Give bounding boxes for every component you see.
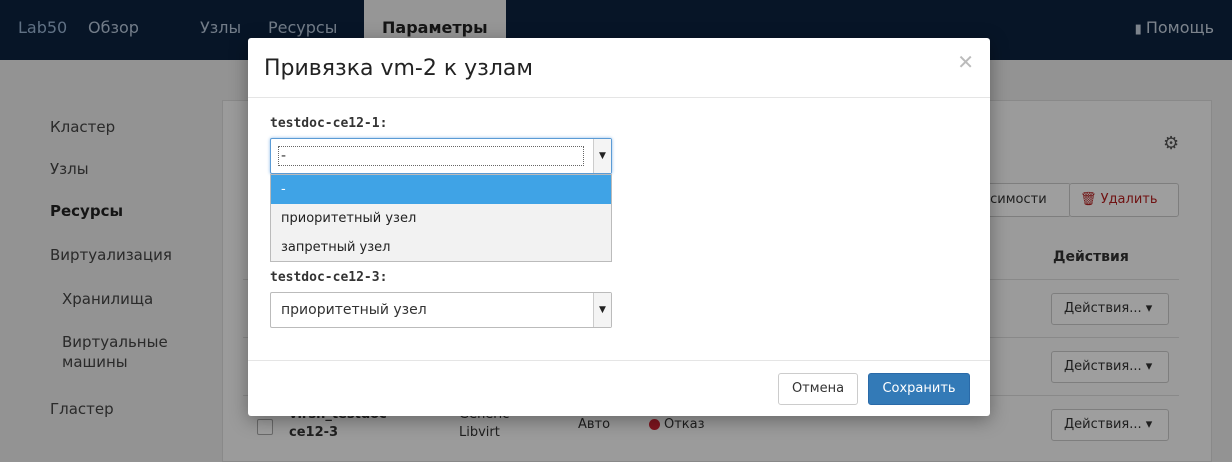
modal-header: Привязка vm-2 к узлам ✕: [248, 38, 990, 98]
node1-label: testdoc-ce12-1:: [270, 116, 388, 131]
node-binding-dialog: Привязка vm-2 к узлам ✕ testdoc-ce12-1: …: [248, 38, 990, 416]
node3-select[interactable]: приоритетный узел ▼: [270, 292, 612, 328]
close-icon[interactable]: ✕: [957, 50, 974, 74]
node1-dropdown-list: - приоритетный узел запретный узел: [270, 174, 612, 262]
dropdown-option-none[interactable]: -: [271, 175, 611, 204]
node1-select[interactable]: - ▼: [270, 138, 612, 174]
focus-ring: [278, 146, 584, 166]
save-button[interactable]: Сохранить: [868, 373, 970, 405]
node3-label: testdoc-ce12-3:: [270, 270, 388, 285]
dropdown-option-preferred[interactable]: приоритетный узел: [271, 204, 611, 233]
modal-footer: Отмена Сохранить: [248, 360, 990, 416]
node1-select-value: -: [281, 148, 287, 164]
dropdown-option-forbidden[interactable]: запретный узел: [271, 233, 611, 262]
cancel-button[interactable]: Отмена: [778, 373, 858, 405]
node3-select-value: приоритетный узел: [281, 302, 427, 318]
chevron-down-icon[interactable]: ▼: [593, 139, 611, 173]
modal-title: Привязка vm-2 к узлам: [264, 56, 533, 81]
chevron-down-icon[interactable]: ▼: [593, 293, 611, 327]
